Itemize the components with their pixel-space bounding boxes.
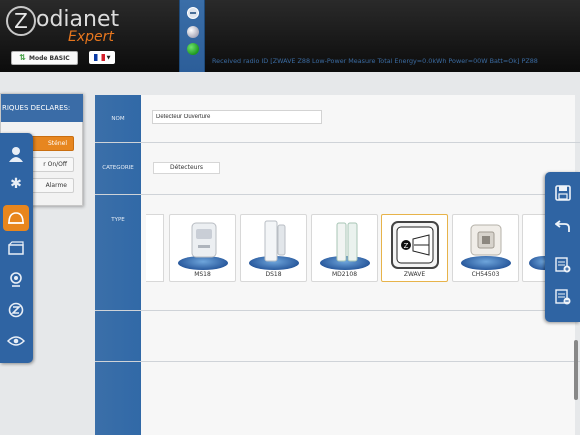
settings-gears-icon[interactable]: ✱ (3, 171, 29, 197)
type-card-ds18[interactable]: DS18 (240, 214, 307, 282)
contact-sensor-icon (336, 222, 358, 262)
mode-basic-button[interactable]: ⇅ Mode BASIC (11, 51, 78, 65)
chevron-down-icon: ▼ (106, 54, 111, 61)
save-icon[interactable] (552, 182, 574, 204)
category-button-alarme[interactable]: Alarme (30, 178, 74, 193)
french-flag-icon (93, 54, 105, 61)
right-toolbar (545, 172, 580, 322)
zodianet-logo: Z odianet Expert (6, 6, 119, 46)
pedestal (461, 256, 511, 270)
row-divider (95, 310, 580, 311)
camera-icon[interactable] (3, 266, 29, 292)
status-strip (179, 0, 205, 72)
undo-icon[interactable] (552, 214, 574, 236)
type-card-ms18[interactable]: MS18 (169, 214, 236, 282)
label-categorie: CATEGORIE (102, 165, 134, 171)
top-header: Z odianet Expert ⇅ Mode BASIC ▼ Received… (0, 0, 580, 72)
name-field[interactable] (152, 110, 322, 124)
connection-icon[interactable] (187, 7, 199, 19)
type-label: ZWAVE (403, 271, 426, 278)
alarm-bell-icon[interactable] (3, 205, 29, 231)
panel-title: RIQUES DECLARES: (1, 94, 83, 122)
left-nav-bar: ✱ (0, 133, 33, 363)
online-light-icon (187, 43, 199, 55)
label-nom: NOM (111, 116, 125, 122)
form-labels-column (95, 95, 141, 435)
language-select[interactable]: ▼ (89, 51, 115, 64)
switch-icon: ⇅ (19, 53, 26, 62)
eye-icon[interactable] (3, 328, 29, 354)
mode-basic-label: Mode BASIC (28, 54, 70, 62)
label-type: TYPE (111, 217, 125, 223)
logo-initial: Z (6, 6, 36, 36)
category-select[interactable]: Détecteurs (153, 162, 220, 174)
row-divider (95, 361, 580, 362)
scenario-film-icon[interactable] (3, 235, 29, 261)
row-divider (95, 194, 580, 195)
type-card-partial[interactable] (146, 214, 164, 282)
add-list-icon[interactable] (552, 254, 574, 276)
type-label: MD2108 (331, 271, 358, 278)
type-label: CH54503 (471, 271, 500, 278)
type-card-zwave[interactable]: Z ZWAVE (381, 214, 448, 282)
door-sensor-icon (264, 220, 286, 262)
row-divider (95, 142, 580, 143)
user-icon[interactable] (3, 141, 29, 167)
type-card-md2108[interactable]: MD2108 (311, 214, 378, 282)
status-light-icon (187, 26, 199, 38)
logo-sub: Expert (68, 29, 114, 45)
zwave-logo-icon: Z (391, 221, 439, 269)
remove-list-icon[interactable] (552, 286, 574, 308)
wall-switch-icon (470, 224, 502, 256)
motion-sensor-icon (191, 222, 217, 258)
type-label: MS18 (194, 271, 211, 278)
vertical-scrollbar[interactable] (574, 340, 578, 400)
type-label: DS18 (265, 271, 282, 278)
svg-text:Z: Z (404, 242, 409, 250)
zodianet-icon[interactable] (3, 297, 29, 323)
category-button-onoff[interactable]: r On/Off (30, 157, 74, 172)
type-card-ch54503[interactable]: CH54503 (452, 214, 519, 282)
category-button-active[interactable]: Sténel (30, 136, 74, 151)
status-message: Received radio ID [ZWAVE Z88 Low-Power M… (212, 57, 538, 65)
